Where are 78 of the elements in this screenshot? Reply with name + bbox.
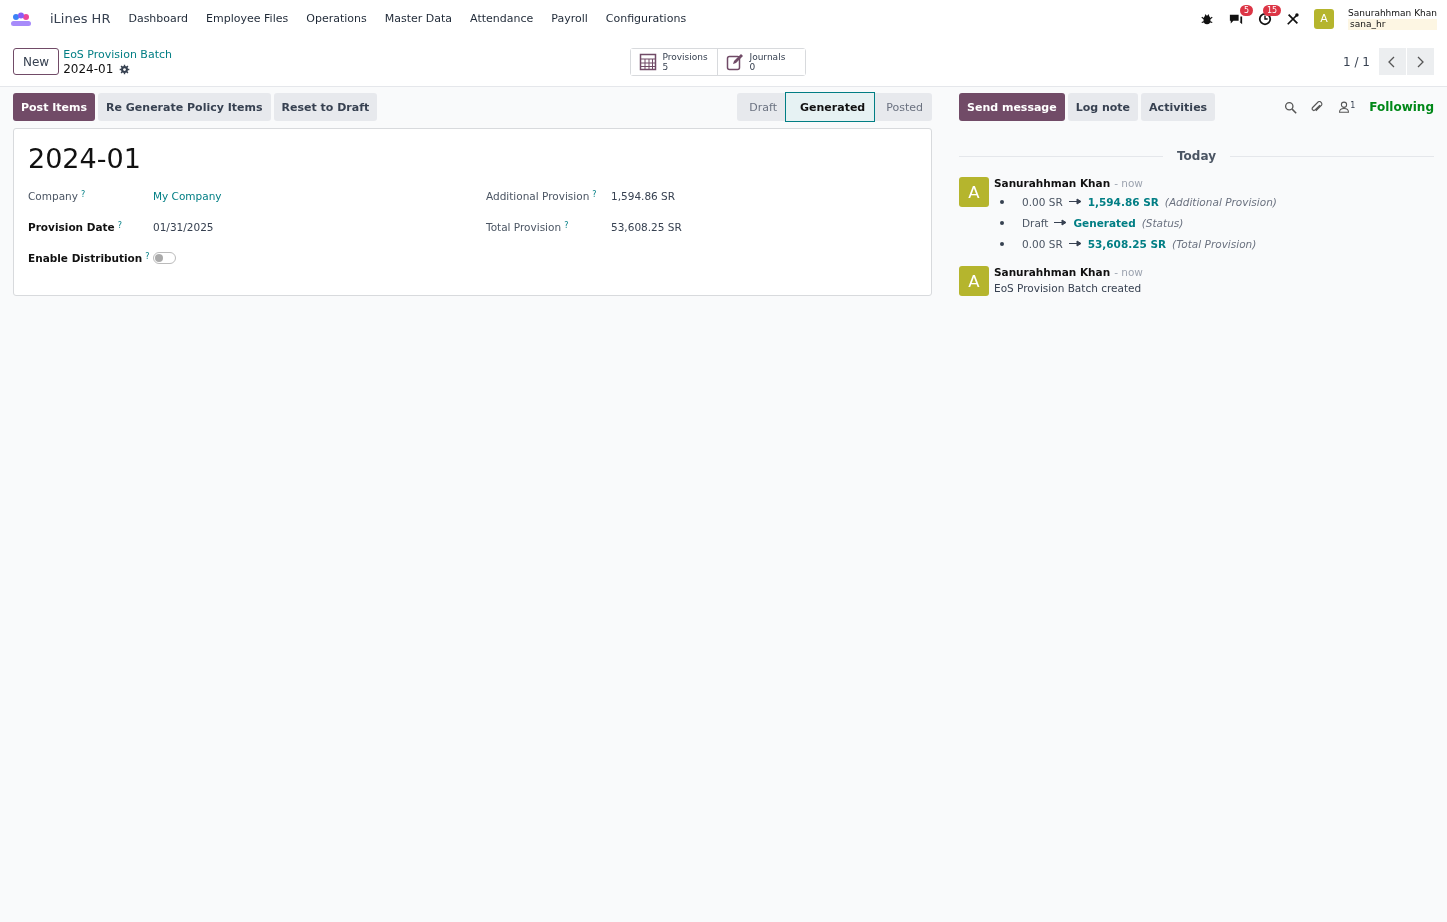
tools-icon[interactable] bbox=[1286, 11, 1301, 26]
menu-item[interactable]: Dashboard bbox=[128, 12, 189, 25]
field-value: 01/31/2025 bbox=[153, 221, 215, 233]
menu-item[interactable]: Employee Files bbox=[206, 12, 289, 25]
field-label: Company bbox=[28, 190, 78, 202]
field-label: Enable Distribution bbox=[28, 252, 143, 264]
help-tooltip[interactable]: ? bbox=[592, 190, 597, 199]
message-time: - now bbox=[1114, 177, 1143, 189]
old-value: Draft bbox=[1022, 216, 1049, 229]
smart-button[interactable]: Provisions 5 bbox=[630, 48, 718, 75]
field-label: Additional Provision bbox=[486, 190, 590, 202]
author-avatar: A bbox=[959, 177, 989, 207]
breadcrumb-link[interactable]: EoS Provision Batch bbox=[63, 46, 172, 62]
calendar-icon bbox=[638, 52, 657, 71]
gear-icon[interactable] bbox=[119, 63, 131, 75]
chevron-right-icon bbox=[1415, 55, 1426, 68]
menu-item[interactable]: Configurations bbox=[605, 12, 687, 25]
menu-item[interactable]: Master Data bbox=[384, 12, 453, 25]
arrow-icon bbox=[1068, 198, 1082, 205]
search-icon[interactable] bbox=[1284, 100, 1298, 114]
notification-badge: 5 bbox=[1239, 4, 1254, 16]
message-time: - now bbox=[1114, 266, 1143, 278]
menu-item[interactable]: Payroll bbox=[551, 12, 588, 25]
message-body: EoS Provision Batch created bbox=[994, 282, 1143, 294]
user-name: Sanurahhman Khan bbox=[1348, 7, 1437, 19]
changed-field: (Status) bbox=[1141, 216, 1184, 229]
old-value: 0.00 SR bbox=[1022, 195, 1063, 208]
status-stage[interactable]: Posted bbox=[874, 93, 932, 121]
field-label: Total Provision bbox=[486, 221, 562, 233]
app-name[interactable]: iLines HR bbox=[50, 11, 111, 26]
person-icon[interactable] bbox=[1338, 101, 1351, 113]
action-button[interactable]: Re Generate Policy Items bbox=[98, 93, 271, 121]
old-value: 0.00 SR bbox=[1022, 237, 1063, 250]
field-value: 53,608.25 SR bbox=[611, 221, 683, 233]
field-value: 1,594.86 SR bbox=[611, 190, 677, 202]
toggle-switch[interactable] bbox=[153, 252, 176, 264]
paperclip-icon[interactable] bbox=[1311, 100, 1325, 114]
help-tooltip[interactable]: ? bbox=[117, 221, 122, 230]
status-stage[interactable]: Draft bbox=[737, 93, 786, 121]
arrow-icon bbox=[1054, 219, 1068, 226]
database-name: sana_hr bbox=[1348, 18, 1437, 30]
action-button[interactable]: Reset to Draft bbox=[273, 93, 378, 121]
people-logo-icon[interactable] bbox=[10, 11, 32, 26]
bullet-icon bbox=[1000, 220, 1004, 225]
author-name: Sanurahhman Khan bbox=[994, 177, 1111, 189]
new-value: 1,594.86 SR bbox=[1087, 195, 1159, 208]
help-tooltip[interactable]: ? bbox=[80, 190, 86, 199]
notification-badge: 15 bbox=[1262, 4, 1282, 16]
followers-count: 1 bbox=[1350, 101, 1356, 112]
pager-value: 1 / 1 bbox=[1343, 54, 1370, 69]
action-button[interactable]: Post Items bbox=[13, 93, 96, 121]
new-button[interactable]: New bbox=[13, 48, 60, 75]
field-label: Provision Date bbox=[28, 221, 115, 233]
new-value: 53,608.25 SR bbox=[1087, 237, 1167, 250]
date-separator: Today bbox=[1177, 149, 1216, 163]
bullet-icon bbox=[1000, 241, 1004, 246]
record-title: 2024-01 bbox=[28, 143, 142, 174]
edit-icon bbox=[725, 52, 744, 71]
author-name: Sanurahhman Khan bbox=[994, 266, 1111, 278]
clock-icon[interactable] bbox=[1258, 11, 1273, 26]
changed-field: (Total Provision) bbox=[1172, 237, 1257, 250]
status-stage[interactable]: Generated bbox=[786, 93, 875, 121]
bug-icon[interactable] bbox=[1200, 11, 1215, 26]
author-avatar: A bbox=[959, 266, 989, 296]
chatter-button[interactable]: Send message bbox=[959, 93, 1065, 121]
changed-field: (Additional Provision) bbox=[1164, 195, 1277, 208]
record-name: 2024-01 bbox=[63, 61, 114, 77]
help-tooltip[interactable]: ? bbox=[564, 221, 569, 230]
chatter-button[interactable]: Activities bbox=[1141, 93, 1216, 121]
menu-item[interactable]: Operations bbox=[306, 12, 367, 25]
new-value: Generated bbox=[1073, 216, 1136, 229]
chatter-button[interactable]: Log note bbox=[1067, 93, 1139, 121]
bullet-icon bbox=[1000, 199, 1004, 204]
arrow-icon bbox=[1068, 240, 1082, 247]
menu-item[interactable]: Attendance bbox=[470, 12, 534, 25]
help-tooltip[interactable]: ? bbox=[145, 252, 150, 261]
following-button[interactable]: Following bbox=[1369, 100, 1434, 114]
field-link[interactable]: My Company bbox=[153, 190, 486, 202]
